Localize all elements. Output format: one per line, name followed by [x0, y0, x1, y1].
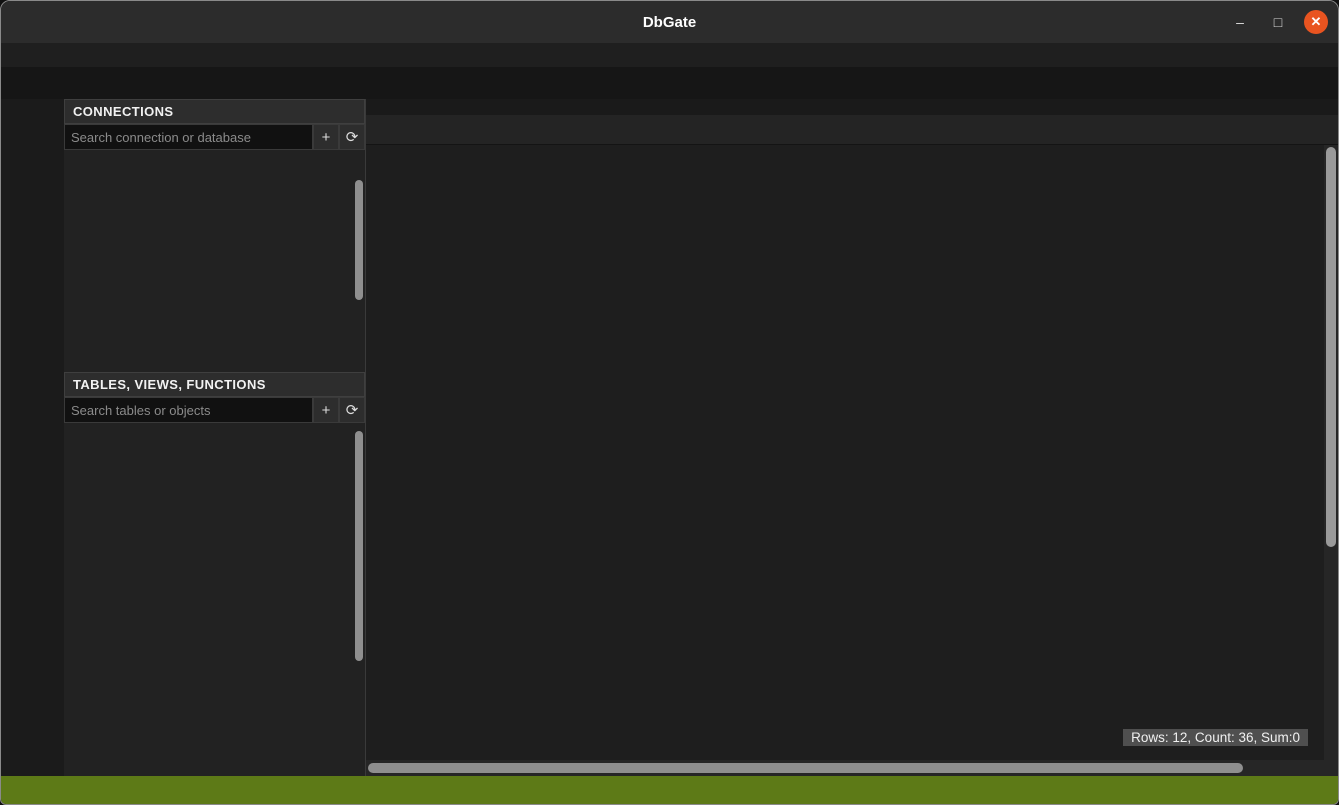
grid-horizontal-scrollbar[interactable]	[366, 760, 1338, 776]
tab-strip	[366, 115, 1338, 145]
connections-list	[64, 150, 365, 372]
icon-rail	[1, 99, 64, 776]
window-title: DbGate	[643, 14, 696, 31]
main-area: CONNECTIONS + ⟳ TABLES, VIEWS, FUNCTIONS…	[1, 99, 1338, 776]
tables-add-button[interactable]: +	[313, 397, 339, 423]
minimize-button[interactable]: –	[1228, 10, 1252, 34]
grid-vertical-scrollbar[interactable]	[1324, 145, 1338, 760]
left-panel: CONNECTIONS + ⟳ TABLES, VIEWS, FUNCTIONS…	[64, 99, 366, 776]
app-window: DbGate – □ ✕ CONNECTIONS + ⟳ TABLES, VIE…	[0, 0, 1339, 805]
data-grid-wrap: Rows: 12, Count: 36, Sum:0	[366, 145, 1338, 760]
grid-vertical-thumb[interactable]	[1326, 147, 1336, 547]
grid-horizontal-thumb[interactable]	[368, 763, 1243, 773]
selection-stats-overlay: Rows: 12, Count: 36, Sum:0	[1123, 729, 1308, 746]
toolbar	[1, 67, 1338, 99]
status-bar	[1, 776, 1338, 804]
connections-scrollbar[interactable]	[355, 180, 363, 300]
add-connection-plus-button[interactable]: +	[313, 124, 339, 150]
tables-search-row: + ⟳	[64, 397, 365, 423]
content-area: Rows: 12, Count: 36, Sum:0	[366, 99, 1338, 776]
connections-refresh-button[interactable]: ⟳	[339, 124, 365, 150]
window-controls: – □ ✕	[1228, 1, 1328, 43]
title-bar[interactable]: DbGate – □ ✕	[1, 1, 1338, 43]
tables-panel-title: TABLES, VIEWS, FUNCTIONS	[64, 372, 365, 397]
tables-list	[64, 423, 365, 776]
close-button[interactable]: ✕	[1304, 10, 1328, 34]
tables-scrollbar[interactable]	[355, 431, 363, 661]
tables-refresh-button[interactable]: ⟳	[339, 397, 365, 423]
tab-group-strip	[366, 99, 1338, 115]
menu-bar	[1, 43, 1338, 67]
data-grid[interactable]: Rows: 12, Count: 36, Sum:0	[366, 145, 1324, 760]
tables-search-input[interactable]	[64, 397, 313, 423]
maximize-button[interactable]: □	[1266, 10, 1290, 34]
connections-panel-title: CONNECTIONS	[64, 99, 365, 124]
connections-search-input[interactable]	[64, 124, 313, 150]
connections-search-row: + ⟳	[64, 124, 365, 150]
